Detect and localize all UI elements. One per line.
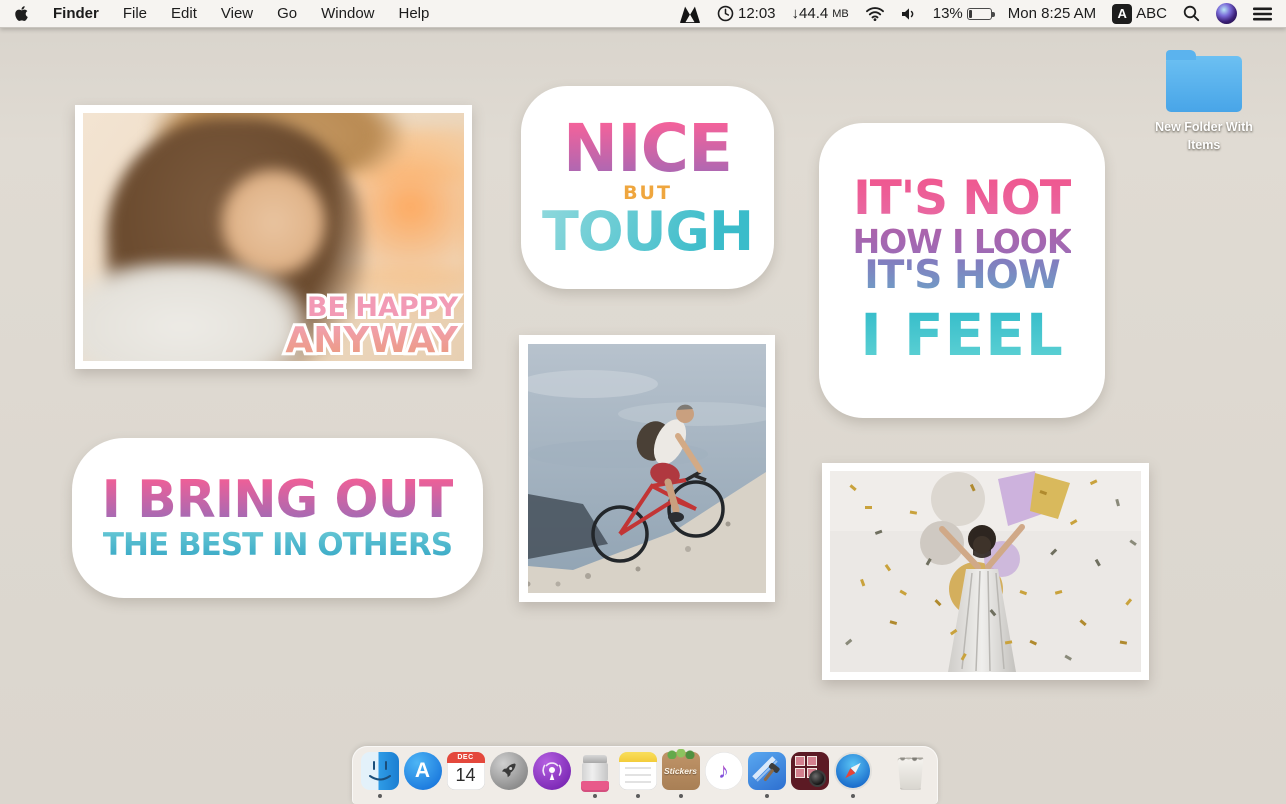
feel-line-4: I FEEL: [860, 308, 1064, 363]
input-source-item[interactable]: A ABC: [1112, 4, 1167, 24]
dock-app-xcode[interactable]: [748, 752, 786, 796]
calendar-day: 14: [447, 763, 485, 788]
podcasts-icon: [533, 752, 571, 790]
menu-window[interactable]: Window: [321, 5, 374, 22]
battery-percent: 13%: [933, 5, 963, 22]
dock-app-finder[interactable]: [361, 752, 399, 796]
confetti-photo-image: [830, 471, 1141, 672]
happy-photo-image: BE HAPPY ANYWAY: [83, 113, 464, 361]
network-throughput-item[interactable]: ↓44.4MB: [792, 5, 849, 22]
stickers-app-label: Stickers: [664, 766, 697, 776]
dock-app-stickers[interactable]: Stickers: [662, 752, 700, 796]
menu-help[interactable]: Help: [399, 5, 430, 22]
jar-app-icon: [576, 752, 614, 790]
mountain-m-status-icon[interactable]: [679, 5, 701, 23]
desktop: Finder File Edit View Go Window Help 12:…: [0, 0, 1286, 804]
dock: A DEC 14: [352, 746, 938, 804]
dock-app-app-store[interactable]: A: [404, 752, 442, 796]
happy-line-1: BE HAPPY: [285, 294, 458, 321]
sticker-nice-but-tough[interactable]: NICE BUT TOUGH: [521, 86, 774, 289]
desktop-folder[interactable]: New Folder With Items: [1152, 46, 1256, 154]
feel-line-3: IT'S HOW: [864, 257, 1060, 294]
stickers-leaves-icon: [666, 749, 696, 759]
happy-overlay-text: BE HAPPY ANYWAY: [285, 294, 458, 359]
bring-line-1: I BRING OUT: [102, 476, 454, 525]
clock-icon: [717, 5, 734, 22]
download-rate: ↓44.4: [792, 5, 829, 22]
safari-compass-icon: [834, 752, 872, 790]
finder-icon: [361, 752, 399, 790]
dock-app-podcasts[interactable]: [533, 752, 571, 796]
menu-bar: Finder File Edit View Go Window Help 12:…: [0, 0, 1286, 28]
photo-sticker-confetti-celebration[interactable]: [822, 463, 1149, 680]
tough-line: TOUGH: [542, 206, 753, 257]
download-unit: MB: [832, 8, 849, 20]
dock-app-launchpad[interactable]: [490, 752, 528, 796]
notes-icon: [619, 752, 657, 790]
menu-view[interactable]: View: [221, 5, 253, 22]
volume-icon[interactable]: [901, 7, 917, 21]
siri-icon[interactable]: [1216, 3, 1237, 24]
sticker-its-how-i-feel[interactable]: IT'S NOT HOW I LOOK IT'S HOW I FEEL: [819, 123, 1105, 418]
battery-icon: [967, 8, 992, 20]
notification-center-icon[interactable]: [1253, 7, 1272, 21]
bring-line-2: THE BEST IN OTHERS: [103, 531, 452, 560]
stickers-app-icon: Stickers: [662, 752, 700, 790]
dock-app-calendar[interactable]: DEC 14: [447, 752, 485, 796]
battery-status-item[interactable]: 13%: [933, 5, 992, 22]
calendar-icon: DEC 14: [447, 752, 485, 790]
timer-status-item[interactable]: 12:03: [717, 5, 776, 22]
app-store-icon: A: [404, 752, 442, 790]
wifi-icon[interactable]: [865, 6, 885, 21]
dock-app-notes[interactable]: [619, 752, 657, 796]
camera-lens-icon: [809, 770, 826, 787]
photo-sticker-be-happy-anyway[interactable]: BE HAPPY ANYWAY: [75, 105, 472, 369]
launchpad-rocket-icon: [490, 752, 528, 790]
nice-line: NICE: [563, 118, 732, 181]
menu-file[interactable]: File: [123, 5, 147, 22]
spotlight-search-icon[interactable]: [1183, 5, 1200, 22]
menu-finder[interactable]: Finder: [53, 5, 99, 22]
dock-trash[interactable]: [892, 752, 930, 796]
dock-app-music[interactable]: ♪: [705, 752, 743, 796]
timer-value: 12:03: [738, 5, 776, 22]
photo-sticker-mountain-biker[interactable]: [519, 335, 775, 602]
calendar-month: DEC: [447, 752, 485, 763]
clock-datetime[interactable]: Mon 8:25 AM: [1008, 5, 1096, 22]
input-layout-label: ABC: [1136, 5, 1167, 22]
trash-full-icon: [892, 752, 930, 790]
photo-booth-icon: [791, 752, 829, 790]
folder-icon[interactable]: [1166, 56, 1242, 112]
dock-app-jar[interactable]: [576, 752, 614, 796]
menu-edit[interactable]: Edit: [171, 5, 197, 22]
happy-line-2: ANYWAY: [285, 323, 458, 359]
xcode-icon: [748, 752, 786, 790]
biker-photo-image: [528, 344, 766, 593]
folder-label[interactable]: New Folder With Items: [1152, 118, 1256, 154]
feel-line-1: IT'S NOT: [853, 177, 1071, 222]
input-source-icon: A: [1112, 4, 1132, 24]
apple-menu-icon[interactable]: [14, 5, 29, 22]
dock-app-safari[interactable]: [834, 752, 872, 796]
dock-app-photo-booth[interactable]: [791, 752, 829, 796]
menu-go[interactable]: Go: [277, 5, 297, 22]
music-icon: ♪: [705, 752, 743, 790]
sticker-i-bring-out-the-best[interactable]: I BRING OUT THE BEST IN OTHERS: [72, 438, 483, 598]
